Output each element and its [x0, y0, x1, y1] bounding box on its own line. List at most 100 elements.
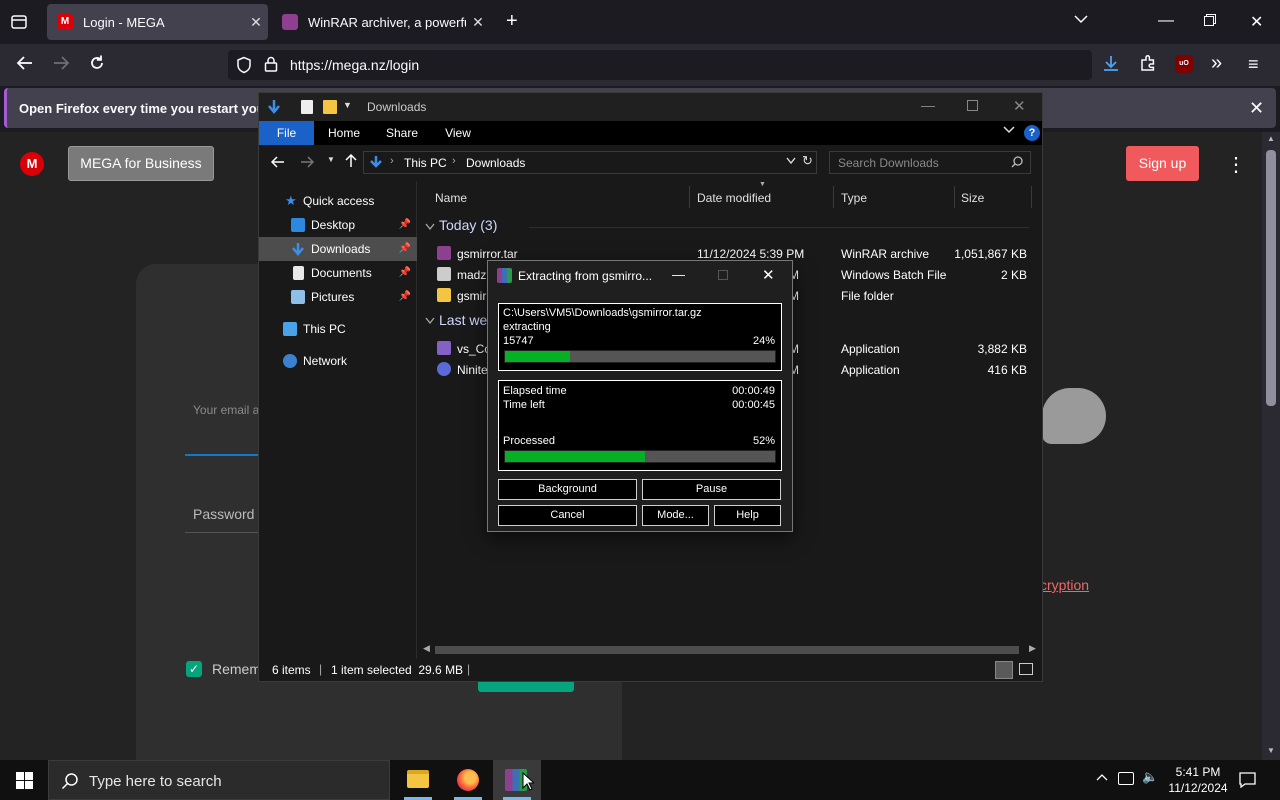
column-separator[interactable] [954, 186, 955, 208]
background-button[interactable]: Background [498, 479, 637, 500]
encryption-link[interactable]: cryption [1040, 577, 1089, 593]
close-window-icon[interactable]: ✕ [1250, 12, 1263, 32]
refresh-icon[interactable]: ↻ [802, 153, 813, 169]
explorer-minimize-icon[interactable]: — [921, 97, 935, 113]
taskbar-search-box[interactable]: Type here to search [48, 760, 390, 800]
nav-downloads[interactable]: Downloads 📌 [259, 237, 417, 261]
forward-icon[interactable] [52, 55, 70, 71]
nav-documents[interactable]: Documents 📌 [259, 261, 417, 285]
volume-muted-icon[interactable]: 🔈 [1142, 769, 1158, 785]
scroll-thumb[interactable] [1266, 150, 1276, 406]
tracking-protection-shield-icon[interactable] [236, 56, 252, 74]
start-windows-icon[interactable] [16, 772, 33, 789]
cancel-button[interactable]: Cancel [498, 505, 637, 526]
nav-network[interactable]: Network [259, 349, 417, 373]
more-options-icon[interactable]: ⋮ [1226, 152, 1246, 177]
tab-mega-login[interactable]: M Login - MEGA ✕ [47, 4, 268, 40]
password-field-underline[interactable] [185, 532, 260, 533]
remember-checkbox[interactable]: ✓ [186, 661, 202, 677]
lock-icon[interactable] [264, 56, 278, 72]
column-date-modified[interactable]: Date modified [697, 191, 771, 205]
scroll-down-icon[interactable]: ▼ [1267, 746, 1275, 755]
help-button[interactable]: Help [714, 505, 781, 526]
collapse-group-icon[interactable] [425, 223, 435, 231]
column-separator[interactable] [1031, 186, 1032, 208]
column-size[interactable]: Size [961, 191, 984, 205]
taskbar-firefox[interactable] [444, 760, 492, 800]
nav-quick-access[interactable]: ★ Quick access [259, 189, 417, 213]
email-field-underline[interactable] [185, 454, 260, 456]
close-notification-icon[interactable]: ✕ [1249, 98, 1264, 119]
explorer-close-icon[interactable]: ✕ [1013, 97, 1026, 115]
breadcrumb-downloads[interactable]: Downloads [466, 156, 525, 170]
hamburger-menu-icon[interactable]: ≡ [1248, 54, 1259, 75]
column-type[interactable]: Type [841, 191, 867, 205]
pause-button[interactable]: Pause [642, 479, 781, 500]
horizontal-scrollbar[interactable]: ◀ ▶ [419, 642, 1041, 658]
breadcrumb-this-pc[interactable]: This PC [404, 156, 447, 170]
network-status-icon[interactable] [1118, 772, 1134, 785]
explorer-back-icon[interactable] [271, 155, 285, 169]
customize-toolbar-icon[interactable]: ▼ [343, 100, 352, 110]
recent-locations-icon[interactable]: ▼ [327, 155, 335, 164]
large-icons-view-icon[interactable] [1019, 663, 1033, 675]
help-icon[interactable]: ? [1024, 125, 1040, 141]
expand-ribbon-icon[interactable] [1003, 125, 1015, 135]
horizontal-scroll-thumb[interactable] [435, 646, 1019, 654]
scroll-right-icon[interactable]: ▶ [1029, 643, 1036, 654]
winrar-minimize-icon[interactable]: — [672, 267, 685, 282]
nav-pictures[interactable]: Pictures 📌 [259, 285, 417, 309]
winrar-close-icon[interactable]: ✕ [762, 266, 775, 284]
scroll-up-icon[interactable]: ▲ [1267, 134, 1275, 143]
up-folder-icon[interactable] [345, 154, 357, 168]
column-separator[interactable] [833, 186, 834, 208]
tab-winrar[interactable]: WinRAR archiver, a powerful to ✕ [272, 4, 490, 40]
system-clock[interactable]: 5:41 PM 11/12/2024 [1160, 764, 1236, 796]
ublock-origin-icon[interactable]: uO [1175, 55, 1193, 73]
mega-logo-icon[interactable]: M [20, 152, 44, 176]
more-tools-chevron-icon[interactable]: » [1211, 52, 1222, 75]
explorer-maximize-icon[interactable] [967, 100, 978, 111]
list-all-tabs-icon[interactable] [1074, 14, 1088, 24]
group-last-week[interactable]: Last we [439, 312, 487, 328]
mega-for-business-button[interactable]: MEGA for Business [68, 146, 214, 181]
address-bar[interactable]: › This PC › Downloads ↻ [363, 151, 817, 174]
column-name[interactable]: Name [435, 191, 467, 205]
ribbon-tab-home[interactable]: Home [319, 121, 369, 145]
ribbon-tab-file[interactable]: File [259, 121, 314, 145]
column-separator[interactable] [689, 186, 690, 208]
ribbon-tab-share[interactable]: Share [377, 121, 427, 145]
scroll-left-icon[interactable]: ◀ [423, 643, 430, 654]
taskbar-file-explorer[interactable] [394, 760, 442, 800]
properties-icon[interactable] [301, 100, 313, 114]
explorer-forward-icon[interactable] [300, 155, 314, 169]
nav-this-pc[interactable]: This PC [259, 317, 417, 341]
illustration-shape [1042, 388, 1106, 444]
url-text[interactable]: https://mega.nz/login [290, 57, 419, 73]
minimize-window-icon[interactable]: — [1158, 12, 1174, 30]
ribbon-tab-view[interactable]: View [433, 121, 483, 145]
downloads-icon[interactable] [1102, 54, 1120, 72]
extensions-icon[interactable] [1139, 54, 1157, 72]
mode-button[interactable]: Mode... [642, 505, 709, 526]
close-tab-icon[interactable]: ✕ [466, 14, 490, 31]
sign-up-button[interactable]: Sign up [1126, 146, 1199, 181]
group-today[interactable]: Today (3) [439, 217, 497, 233]
reload-icon[interactable] [88, 54, 106, 72]
collapse-group-icon[interactable] [425, 317, 435, 325]
details-view-icon[interactable] [995, 661, 1013, 679]
close-tab-icon[interactable]: ✕ [244, 14, 268, 31]
page-scrollbar[interactable]: ▲ ▼ [1262, 132, 1280, 760]
new-folder-icon[interactable] [323, 100, 337, 114]
show-hidden-icons-icon[interactable] [1096, 773, 1108, 781]
nav-desktop[interactable]: Desktop 📌 [259, 213, 417, 237]
tab-overview-icon[interactable] [10, 13, 28, 31]
address-dropdown-icon[interactable] [786, 157, 796, 165]
sort-indicator-icon: ▼ [759, 181, 766, 188]
search-downloads-input[interactable]: Search Downloads [829, 151, 1031, 174]
notification-center-icon[interactable] [1239, 772, 1256, 788]
restore-window-icon[interactable] [1204, 14, 1216, 26]
new-tab-icon[interactable]: + [506, 10, 518, 33]
url-bar[interactable]: https://mega.nz/login [228, 50, 1092, 80]
back-icon[interactable] [16, 55, 34, 71]
